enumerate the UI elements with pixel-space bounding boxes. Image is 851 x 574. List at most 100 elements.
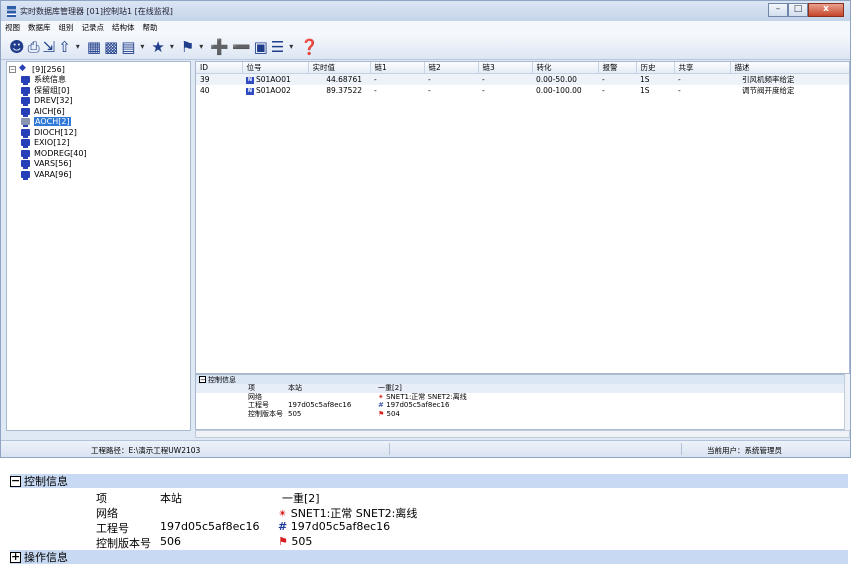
horizontal-scrollbar[interactable] [195, 430, 850, 438]
list-dropdown-icon[interactable]: ▾ [138, 37, 146, 57]
menu-structure[interactable]: 结构体 [112, 22, 135, 33]
cell-value: 44.68761 [308, 73, 370, 85]
col-header-description[interactable]: 描述 [730, 62, 849, 74]
table-row[interactable]: 40 N S01AO02 89.37522 - - - 0.00-100.00 -… [196, 85, 849, 96]
menu-database[interactable]: 数据库 [28, 22, 51, 33]
col-header-tag[interactable]: 位号 [242, 62, 309, 74]
menu-record[interactable]: 记录点 [82, 22, 105, 33]
document-icon[interactable]: ☰ [271, 37, 284, 57]
expand-icon[interactable]: + [10, 551, 21, 563]
col-header-id[interactable]: ID [196, 62, 243, 74]
collapse-icon[interactable]: − [199, 376, 206, 384]
export-dropdown-icon[interactable]: ▾ [74, 37, 82, 57]
flag-icon[interactable]: ⚑ [181, 37, 194, 57]
control-info-zoom: − 控制信息 项 本站 一重[2] 网络 ✴ SNET1:正常 SNET2:离线… [0, 474, 851, 574]
zoom-ops-header[interactable]: + 操作信息 [10, 550, 848, 564]
tag-grid: ID 位号 实时值 链1 链2 链3 转化 报警 历史 共享 描述 39 N S0… [195, 61, 850, 374]
zoom-header-row: 项 本站 一重[2] [96, 492, 320, 505]
group-icon [21, 170, 30, 180]
maximize-button[interactable]: □ [788, 3, 808, 17]
group-icon [21, 149, 30, 159]
grid-header-row: ID 位号 实时值 链1 链2 链3 转化 报警 历史 共享 描述 [196, 62, 849, 74]
tree-root[interactable]: − [9][256] [9, 63, 188, 75]
cell-share: - [674, 73, 730, 85]
tree-item-aoch[interactable]: AOCH[2] [9, 117, 188, 128]
user-icon[interactable]: ☻ [9, 37, 25, 57]
minimize-button[interactable]: – [768, 3, 788, 17]
title-bar[interactable]: 实时数据库管理器 [01]控制站1 [在线监视] – □ x [1, 1, 850, 21]
window-title: 实时数据库管理器 [01]控制站1 [在线监视] [20, 6, 173, 16]
col-header-value[interactable]: 实时值 [308, 62, 371, 74]
tree-item-vara[interactable]: VARA[96] [9, 169, 188, 180]
network-status-icon: ✴ [378, 392, 384, 401]
cell-history: 1S [636, 73, 674, 85]
zoom-control-header[interactable]: − 控制信息 [10, 474, 848, 488]
import-icon[interactable]: ⇲ [43, 37, 56, 57]
control-info-row: 控制版本号 505 ⚑ 504 [248, 409, 400, 418]
group-icon [21, 139, 30, 149]
status-divider [681, 443, 682, 455]
star-dropdown-icon[interactable]: ▾ [168, 37, 176, 57]
cell-value: 89.37522 [326, 86, 362, 95]
col-header-link3[interactable]: 链3 [478, 62, 533, 74]
cell-link3: - [482, 86, 485, 95]
cell-link2: - [424, 73, 478, 85]
tree-item-drev[interactable]: DREV[32] [9, 96, 188, 107]
control-info-panel: − 控制信息 项 本站 一重[2] 网络 ✴ SNET1:正常 SNET2:离线… [195, 374, 850, 430]
status-bar: 工程路径：E:\演示工程UW2103 当前用户：系统管理员 [1, 440, 850, 457]
tree-item-dioch[interactable]: DIOCH[12] [9, 127, 188, 138]
close-button[interactable]: x [808, 3, 844, 17]
menu-help[interactable]: 帮助 [143, 22, 158, 33]
vertical-scrollbar[interactable] [844, 374, 850, 430]
main-window: 实时数据库管理器 [01]控制站1 [在线监视] – □ x 视图 数据库 组别… [0, 0, 851, 458]
cell-link1: - [374, 86, 377, 95]
printer-icon[interactable]: ⎙ [28, 37, 40, 57]
app-icon [7, 5, 16, 17]
zoom-row-version: 控制版本号 506 ⚑ 505 [96, 535, 313, 550]
hash-icon: # [378, 401, 384, 410]
table-row[interactable]: 39 N S01AO01 44.68761 - - - 0.00-50.00 - … [196, 73, 849, 85]
menu-bar: 视图 数据库 组别 记录点 结构体 帮助 [1, 21, 850, 34]
col-header-history[interactable]: 历史 [636, 62, 675, 74]
zoom-row-network: 网络 ✴ SNET1:正常 SNET2:离线 [96, 507, 418, 520]
col-header-conversion[interactable]: 转化 [532, 62, 599, 74]
tree-item-system-info[interactable]: 系统信息 [9, 75, 188, 86]
hash-icon: # [278, 520, 288, 533]
collapse-icon[interactable]: − [10, 475, 21, 487]
collapse-icon[interactable]: − [9, 65, 16, 73]
cell-link3: - [478, 73, 532, 85]
group-icon [21, 86, 30, 96]
list-icon[interactable]: ▤ [121, 37, 135, 57]
control-info-row: 工程号 197d05c5af8ec16 # 197d05c5af8ec16 [248, 401, 450, 410]
help-icon[interactable]: ❓ [300, 37, 319, 57]
col-header-link2[interactable]: 链2 [424, 62, 479, 74]
group-icon [21, 118, 30, 128]
col-header-alarm[interactable]: 报警 [598, 62, 637, 74]
col-header-link1[interactable]: 链1 [370, 62, 425, 74]
tree-item-modreg[interactable]: MODREG[40] [9, 148, 188, 159]
star-icon[interactable]: ★ [151, 37, 164, 57]
toolbar: ☻ ⎙ ⇲ ⇧ ▾ ▦ ▩ ▤ ▾ ★ ▾ ⚑ ▾ ➕ ➖ ▣ ☰ ▾ ❓ [1, 34, 850, 60]
version-mismatch-icon: ⚑ [378, 409, 385, 418]
menu-view[interactable]: 视图 [5, 22, 20, 33]
document-dropdown-icon[interactable]: ▾ [287, 37, 295, 57]
tree-item-exio[interactable]: EXIO[12] [9, 138, 188, 149]
tag-add-icon[interactable]: ➕ [210, 37, 229, 57]
monitor-icon[interactable]: ▣ [254, 37, 268, 57]
analog-output-icon: N [246, 76, 254, 84]
tree-item-aich[interactable]: AICH[6] [9, 106, 188, 117]
station-tree: − [9][256] 系统信息 保留组[0] DREV[32] AICH[6] … [6, 61, 191, 431]
group-icon [21, 76, 30, 86]
tree-item-vars[interactable]: VARS[56] [9, 159, 188, 170]
project-path: 工程路径：E:\演示工程UW2103 [91, 446, 201, 455]
flag-dropdown-icon[interactable]: ▾ [197, 37, 205, 57]
col-header-share[interactable]: 共享 [674, 62, 731, 74]
structure-icon[interactable]: ▩ [104, 37, 118, 57]
cell-id: 39 [196, 73, 242, 85]
tree-item-reserved[interactable]: 保留组[0] [9, 85, 188, 96]
menu-group[interactable]: 组别 [59, 22, 74, 33]
grid-icon[interactable]: ▦ [87, 37, 101, 57]
tag-remove-icon[interactable]: ➖ [232, 37, 251, 57]
export-icon[interactable]: ⇧ [58, 37, 71, 57]
group-icon [21, 107, 30, 117]
